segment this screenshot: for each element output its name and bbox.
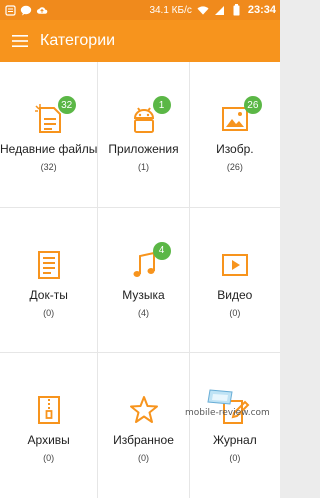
category-documents[interactable]: Док-ты (0): [0, 207, 98, 353]
count-badge: 26: [243, 96, 262, 114]
category-count: (26): [226, 162, 243, 172]
category-log[interactable]: Журнал (0): [189, 353, 280, 498]
category-label: Приложения: [108, 142, 179, 156]
battery-icon: [231, 4, 243, 16]
category-count: (0): [43, 307, 55, 318]
category-music[interactable]: 4 Музыка (4): [98, 207, 189, 353]
page-title: Категории: [40, 32, 116, 49]
category-count: (0): [43, 453, 55, 464]
app-bar: Категории: [0, 20, 280, 62]
signal-icon: [214, 4, 226, 16]
category-count: (32): [40, 162, 57, 172]
count-badge: 1: [152, 96, 171, 114]
category-label: Архивы: [27, 433, 70, 448]
document-icon: [37, 250, 60, 279]
cloud-upload-icon: [36, 4, 48, 16]
notification-icon: [4, 4, 16, 16]
count-badge: 32: [57, 96, 76, 114]
star-icon: [129, 396, 158, 424]
hamburger-menu-button[interactable]: [0, 20, 40, 62]
wifi-icon: [197, 4, 209, 16]
category-label: Музыка: [122, 287, 165, 302]
category-label: Док-ты: [29, 287, 68, 302]
category-count: (0): [229, 453, 241, 464]
category-archives[interactable]: Архивы (0): [0, 353, 98, 498]
status-notifications: [4, 4, 48, 16]
category-recent-files[interactable]: 32 Недавние файлы (32): [0, 62, 98, 207]
hamburger-menu-icon: [12, 35, 28, 47]
chat-icon: [20, 4, 32, 16]
category-label: Избранное: [113, 433, 174, 448]
category-images[interactable]: 26 Изобр. (26): [189, 62, 280, 207]
category-apps[interactable]: 1 Приложения (1): [98, 62, 189, 207]
category-label: Изобр.: [216, 142, 254, 156]
categories-grid: 32 Недавние файлы (32) 1 Приложения (1): [0, 62, 280, 498]
category-favorites[interactable]: Избранное (0): [98, 353, 189, 498]
category-video[interactable]: Видео (0): [189, 207, 280, 353]
archive-zip-icon: [37, 396, 60, 425]
category-count: (1): [138, 162, 149, 172]
video-play-icon: [221, 253, 248, 276]
category-count: (4): [138, 307, 149, 318]
category-count: (0): [138, 453, 149, 464]
category-label: Журнал: [212, 433, 257, 448]
status-bar: 34.1 КБ/с 23:34: [0, 0, 280, 20]
status-system: 34.1 КБ/с 23:34: [149, 4, 276, 16]
clock: 23:34: [247, 4, 276, 16]
network-speed: 34.1 КБ/с: [149, 4, 192, 16]
count-badge: 4: [152, 241, 171, 260]
category-label: Видео: [217, 287, 253, 302]
category-label: Недавние файлы: [0, 142, 98, 156]
category-count: (0): [229, 307, 241, 318]
watermark-text: mobile-review.com: [185, 408, 270, 418]
